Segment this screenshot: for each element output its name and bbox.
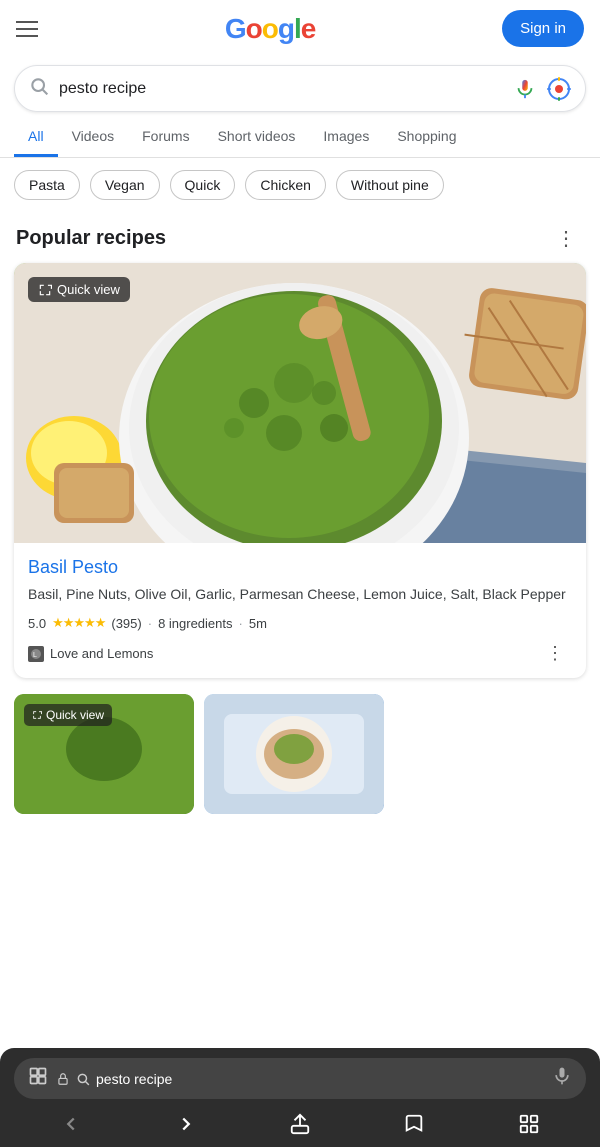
tabs-icon[interactable]: [28, 1066, 48, 1091]
forward-button[interactable]: [165, 1109, 207, 1139]
recipe-stars: ★★★★★: [52, 615, 105, 631]
windows-button[interactable]: [508, 1109, 550, 1139]
recipe-more-options[interactable]: ⋮: [538, 639, 572, 668]
popular-recipes-title: Popular recipes: [16, 227, 166, 250]
lock-icon: [56, 1072, 70, 1086]
recipe-meta: 5.0 ★★★★★ (395) · 8 ingredients · 5m: [28, 615, 572, 631]
search-icon: [29, 76, 49, 101]
back-button[interactable]: [50, 1109, 92, 1139]
tab-images[interactable]: Images: [309, 118, 383, 157]
recipe-ingredients: Basil, Pine Nuts, Olive Oil, Garlic, Par…: [28, 584, 572, 605]
tab-forums[interactable]: Forums: [128, 118, 203, 157]
recipe-image-placeholder: [14, 263, 586, 543]
bookmarks-button[interactable]: [393, 1109, 435, 1139]
share-button[interactable]: [279, 1109, 321, 1139]
popular-recipes-header: Popular recipes ⋮: [0, 212, 600, 263]
svg-text:L: L: [33, 652, 37, 659]
tab-videos[interactable]: Videos: [58, 118, 129, 157]
source-name: Love and Lemons: [50, 646, 153, 661]
signin-button[interactable]: Sign in: [502, 10, 584, 47]
header: Google Sign in: [0, 0, 600, 57]
recipe-rating: 5.0: [28, 616, 46, 631]
recipe-reviews: (395): [111, 616, 141, 631]
recipe-card-basil-pesto: Quick view Basil Pesto Basil, Pine Nuts,…: [14, 263, 586, 678]
mini-cards-row: Quick view: [0, 694, 600, 814]
search-tabs: All Videos Forums Short videos Images Sh…: [0, 118, 600, 158]
source-favicon: L: [28, 646, 44, 662]
mini-card-1-label: Quick view: [46, 708, 104, 722]
chip-without-pine[interactable]: Without pine: [336, 170, 444, 200]
tab-shopping[interactable]: Shopping: [383, 118, 470, 157]
browser-search-row: pesto recipe: [14, 1058, 586, 1099]
recipe-source: L Love and Lemons ⋮: [28, 639, 572, 668]
browser-nav: [14, 1107, 586, 1141]
browser-bar: pesto recipe: [0, 1048, 600, 1147]
recipe-info: Basil Pesto Basil, Pine Nuts, Olive Oil,…: [14, 543, 586, 678]
source-logo: L Love and Lemons: [28, 646, 153, 662]
lens-icon[interactable]: [547, 77, 571, 101]
browser-search-query: pesto recipe: [96, 1071, 172, 1087]
more-options-button[interactable]: ⋮: [548, 222, 584, 255]
filter-chips: Pasta Vegan Quick Chicken Without pine: [0, 158, 600, 212]
mini-card-2[interactable]: [204, 694, 384, 814]
browser-search-icon: [76, 1072, 90, 1086]
chip-chicken[interactable]: Chicken: [245, 170, 326, 200]
browser-search-text[interactable]: pesto recipe: [56, 1071, 544, 1087]
search-bar: [14, 65, 586, 112]
quick-view-label: Quick view: [57, 282, 120, 297]
recipe-ingredients-count: 8 ingredients: [158, 616, 232, 631]
mic-icon[interactable]: [513, 77, 537, 101]
browser-mic-icon[interactable]: [552, 1066, 572, 1091]
tab-short-videos[interactable]: Short videos: [204, 118, 310, 157]
search-input[interactable]: [59, 80, 503, 98]
tab-all[interactable]: All: [14, 118, 58, 157]
menu-button[interactable]: [16, 21, 38, 37]
google-logo: Google: [225, 13, 315, 45]
mini-card-1[interactable]: Quick view: [14, 694, 194, 814]
quick-view-badge[interactable]: Quick view: [28, 277, 130, 302]
recipe-time: 5m: [249, 616, 267, 631]
chip-quick[interactable]: Quick: [170, 170, 236, 200]
chip-vegan[interactable]: Vegan: [90, 170, 160, 200]
chip-pasta[interactable]: Pasta: [14, 170, 80, 200]
recipe-image: Quick view: [14, 263, 586, 543]
recipe-title[interactable]: Basil Pesto: [28, 557, 572, 578]
